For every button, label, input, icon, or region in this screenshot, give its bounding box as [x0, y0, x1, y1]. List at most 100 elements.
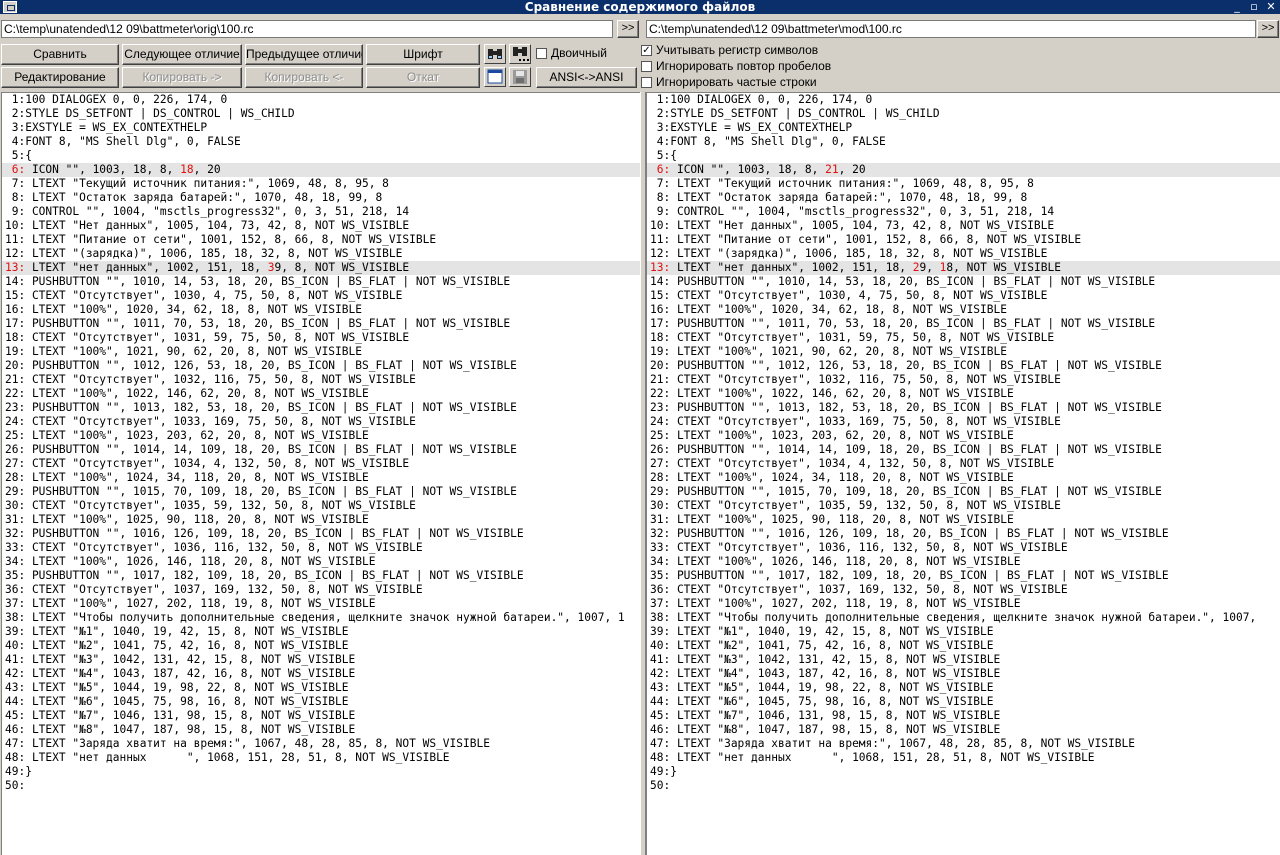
compare-button[interactable]: Сравнить	[1, 44, 119, 65]
floppy-icon	[513, 70, 527, 84]
code-line: 20: PUSHBUTTON "", 1012, 126, 53, 18, 20…	[5, 359, 517, 372]
binoculars-next-icon	[513, 47, 529, 61]
copy-left-button[interactable]: Копировать <-	[245, 67, 363, 88]
revert-button[interactable]: Откат	[366, 67, 480, 88]
line-text: LTEXT "нет данных", 1002, 151, 18,	[25, 261, 268, 274]
code-line: 10: LTEXT "Нет данных", 1005, 104, 73, 4…	[5, 219, 410, 232]
code-line: 17: PUSHBUTTON "", 1011, 70, 53, 18, 20,…	[5, 317, 511, 330]
left-browse-button[interactable]: >>	[617, 20, 639, 38]
frequent-checkbox-box[interactable]	[641, 77, 652, 88]
changed-text: 21	[825, 163, 839, 176]
left-path-field[interactable]: C:\temp\unatended\12 09\battmeter\orig\1…	[1, 20, 613, 38]
code-line: 16: LTEXT "100%", 1020, 34, 62, 18, 8, N…	[650, 303, 1007, 316]
code-line: 43: LTEXT "№5", 1044, 19, 98, 22, 8, NOT…	[650, 681, 994, 694]
code-line: 33: CTEXT "Отсутствует", 1036, 116, 132,…	[650, 541, 1068, 554]
code-line: 29: PUSHBUTTON "", 1015, 70, 109, 18, 20…	[650, 485, 1162, 498]
code-line: 2:STYLE DS_SETFONT | DS_CONTROL | WS_CHI…	[5, 107, 295, 120]
code-line: 37: LTEXT "100%", 1027, 202, 118, 19, 8,…	[5, 597, 376, 610]
save-icon[interactable]	[509, 67, 531, 87]
prev-diff-button[interactable]: Предыдущее отличие	[245, 44, 363, 65]
code-line: 33: CTEXT "Отсутствует", 1036, 116, 132,…	[5, 541, 423, 554]
spaces-checkbox-box[interactable]	[641, 61, 652, 72]
diff-line: 6: ICON "", 1003, 18, 8, 18, 20	[2, 163, 640, 177]
code-line: 29: PUSHBUTTON "", 1015, 70, 109, 18, 20…	[5, 485, 517, 498]
code-line: 27: CTEXT "Отсутствует", 1034, 4, 132, 5…	[5, 457, 410, 470]
right-path-field[interactable]: C:\temp\unatended\12 09\battmeter\mod\10…	[646, 20, 1256, 38]
restore-icon[interactable]: ▫	[1247, 0, 1261, 14]
code-line: 14: PUSHBUTTON "", 1010, 14, 53, 18, 20,…	[650, 275, 1156, 288]
code-line: 18: CTEXT "Отсутствует", 1031, 59, 75, 5…	[650, 331, 1055, 344]
line-text: , 20	[193, 163, 221, 176]
code-line: 38: LTEXT "Чтобы получить дополнительные…	[5, 611, 625, 624]
code-line: 25: LTEXT "100%", 1023, 203, 62, 20, 8, …	[5, 429, 369, 442]
code-line: 16: LTEXT "100%", 1020, 34, 62, 18, 8, N…	[5, 303, 362, 316]
code-line: 32: PUSHBUTTON "", 1016, 126, 109, 18, 2…	[5, 527, 524, 540]
line-text: , 20	[838, 163, 866, 176]
binary-checkbox-box[interactable]	[536, 48, 547, 59]
code-line: 36: CTEXT "Отсутствует", 1037, 169, 132,…	[5, 583, 423, 596]
code-line: 25: LTEXT "100%", 1023, 203, 62, 20, 8, …	[650, 429, 1014, 442]
right-lines: 1:100 DIALOGEX 0, 0, 226, 174, 0 2:STYLE…	[647, 93, 1280, 793]
code-line: 42: LTEXT "№4", 1043, 187, 42, 16, 8, NO…	[5, 667, 356, 680]
code-line: 40: LTEXT "№2", 1041, 75, 42, 16, 8, NOT…	[5, 639, 349, 652]
case-checkbox-box[interactable]: ✓	[641, 45, 652, 56]
left-text-pane[interactable]: 1:100 DIALOGEX 0, 0, 226, 174, 0 2:STYLE…	[1, 92, 640, 855]
code-line: 5:{	[5, 149, 32, 162]
code-line: 45: LTEXT "№7", 1046, 131, 98, 15, 8, NO…	[650, 709, 1001, 722]
right-browse-button[interactable]: >>	[1257, 20, 1279, 38]
code-line: 3:EXSTYLE = WS_EX_CONTEXTHELP	[5, 121, 208, 134]
code-line: 15: CTEXT "Отсутствует", 1030, 4, 75, 50…	[5, 289, 403, 302]
code-line: 17: PUSHBUTTON "", 1011, 70, 53, 18, 20,…	[650, 317, 1156, 330]
code-line: 49:}	[5, 765, 32, 778]
minimize-icon[interactable]: _	[1230, 0, 1244, 14]
code-line: 4:FONT 8, "MS Shell Dlg", 0, FALSE	[650, 135, 886, 148]
code-line: 5:{	[650, 149, 677, 162]
code-line: 48: LTEXT "нет данных ", 1068, 151, 28, …	[5, 751, 450, 764]
frequent-label: Игнорировать частые строки	[656, 75, 817, 89]
edit-button[interactable]: Редактирование	[1, 67, 119, 88]
next-diff-button[interactable]: Следующее отличие	[122, 44, 242, 65]
case-label: Учитывать регистр символов	[656, 43, 819, 57]
window-icon[interactable]	[484, 67, 506, 87]
code-line: 41: LTEXT "№3", 1042, 131, 42, 15, 8, NO…	[650, 653, 1001, 666]
code-line: 21: CTEXT "Отсутствует", 1032, 116, 75, …	[650, 373, 1061, 386]
line-text: LTEXT "нет данных", 1002, 151, 18,	[670, 261, 913, 274]
code-line: 39: LTEXT "№1", 1040, 19, 42, 15, 8, NOT…	[5, 625, 349, 638]
copy-right-button[interactable]: Копировать ->	[122, 67, 242, 88]
find-icon[interactable]	[484, 44, 506, 64]
code-line: 19: LTEXT "100%", 1021, 90, 62, 20, 8, N…	[5, 345, 362, 358]
code-line: 20: PUSHBUTTON "", 1012, 126, 53, 18, 20…	[650, 359, 1162, 372]
code-line: 22: LTEXT "100%", 1022, 146, 62, 20, 8, …	[5, 387, 369, 400]
code-line: 44: LTEXT "№6", 1045, 75, 98, 16, 8, NOT…	[650, 695, 994, 708]
code-line: 45: LTEXT "№7", 1046, 131, 98, 15, 8, NO…	[5, 709, 356, 722]
font-button[interactable]: Шрифт	[366, 44, 480, 65]
code-line: 8: LTEXT "Остаток заряда батарей:", 1070…	[650, 191, 1028, 204]
code-line: 26: PUSHBUTTON "", 1014, 14, 109, 18, 20…	[650, 443, 1162, 456]
line-number: 13:	[5, 261, 26, 274]
code-line: 28: LTEXT "100%", 1024, 34, 118, 20, 8, …	[5, 471, 369, 484]
code-line: 12: LTEXT "(зарядка)", 1006, 185, 18, 32…	[650, 247, 1048, 260]
code-line: 50:	[5, 779, 26, 792]
right-text-pane[interactable]: 1:100 DIALOGEX 0, 0, 226, 174, 0 2:STYLE…	[646, 92, 1280, 855]
close-icon[interactable]: ✕	[1264, 0, 1278, 14]
code-line: 47: LTEXT "Заряда хватит на время:", 106…	[650, 737, 1135, 750]
code-line: 22: LTEXT "100%", 1022, 146, 62, 20, 8, …	[650, 387, 1014, 400]
line-text: ICON "", 1003, 18, 8,	[25, 163, 181, 176]
changed-text: 18	[180, 163, 194, 176]
title-bar: Сравнение содержимого файлов _ ▫ ✕	[0, 0, 1280, 14]
line-text: 9, 8, NOT WS_VISIBLE	[274, 261, 410, 274]
code-line: 28: LTEXT "100%", 1024, 34, 118, 20, 8, …	[650, 471, 1014, 484]
code-line: 30: CTEXT "Отсутствует", 1035, 59, 132, …	[5, 499, 416, 512]
code-line: 11: LTEXT "Питание от сети", 1001, 152, …	[5, 233, 437, 246]
code-line: 36: CTEXT "Отсутствует", 1037, 169, 132,…	[650, 583, 1068, 596]
ansi-button[interactable]: ANSI<->ANSI	[536, 67, 637, 88]
code-line: 14: PUSHBUTTON "", 1010, 14, 53, 18, 20,…	[5, 275, 511, 288]
find-next-icon[interactable]	[509, 44, 531, 64]
code-line: 1:100 DIALOGEX 0, 0, 226, 174, 0	[5, 93, 228, 106]
code-line: 35: PUSHBUTTON "", 1017, 182, 109, 18, 2…	[650, 569, 1169, 582]
window-view-icon	[487, 69, 503, 84]
diff-line: 6: ICON "", 1003, 18, 8, 21, 20	[647, 163, 1280, 177]
code-line: 19: LTEXT "100%", 1021, 90, 62, 20, 8, N…	[650, 345, 1007, 358]
code-line: 48: LTEXT "нет данных ", 1068, 151, 28, …	[650, 751, 1095, 764]
code-line: 21: CTEXT "Отсутствует", 1032, 116, 75, …	[5, 373, 416, 386]
